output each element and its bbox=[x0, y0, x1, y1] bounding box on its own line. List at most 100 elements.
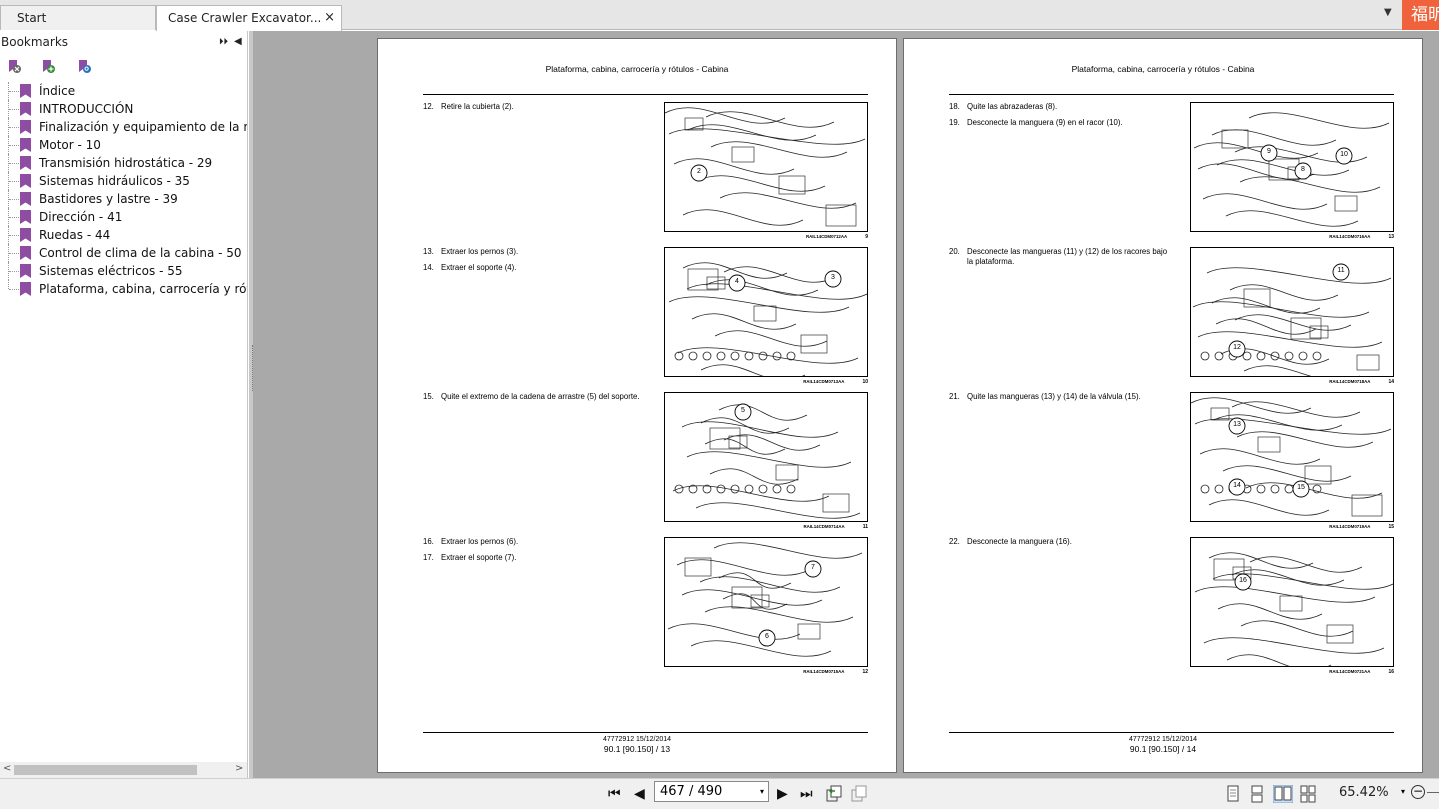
bookmark-icon bbox=[20, 210, 31, 224]
header-rule bbox=[423, 94, 868, 95]
callout-number: 6 bbox=[765, 633, 769, 640]
figure-illustration: 9 10 8 bbox=[1190, 102, 1394, 232]
bookmarks-horizontal-scrollbar[interactable]: < > bbox=[0, 762, 247, 778]
bookmark-item[interactable]: INTRODUCCIÓN bbox=[0, 100, 247, 118]
zoom-dropdown-icon[interactable]: ▾ bbox=[1401, 787, 1405, 796]
bookmark-item[interactable]: Finalización y equipamiento de la máqu bbox=[0, 118, 247, 136]
bookmark-label: Control de clima de la cabina - 50 bbox=[39, 246, 242, 260]
continuous-view-icon[interactable] bbox=[1249, 785, 1265, 803]
callout-number: 14 bbox=[1233, 482, 1241, 489]
footer-rule bbox=[423, 732, 868, 733]
tree-line bbox=[8, 280, 19, 290]
delete-bookmark-icon[interactable] bbox=[7, 59, 22, 74]
bookmark-icon bbox=[20, 120, 31, 134]
tab-document[interactable]: Case Crawler Excavator... × bbox=[156, 5, 342, 31]
bookmark-item[interactable]: Sistemas hidráulicos - 35 bbox=[0, 172, 247, 190]
instruction-step: 14. Extraer el soporte (4). bbox=[423, 263, 648, 273]
step-text: Quite el extremo de la cadena de arrastr… bbox=[441, 392, 640, 401]
callout-number: 3 bbox=[831, 274, 835, 281]
step-text: Extraer el soporte (4). bbox=[441, 263, 517, 272]
tab-bar: Start Case Crawler Excavator... × ▼ 福昕 bbox=[0, 0, 1439, 31]
callout-number: 9 bbox=[1267, 148, 1271, 155]
bookmark-item[interactable]: Sistemas eléctricos - 55 bbox=[0, 262, 247, 280]
bookmark-item[interactable]: Bastidores y lastre - 39 bbox=[0, 190, 247, 208]
bookmark-item[interactable]: Transmisión hidrostática - 29 bbox=[0, 154, 247, 172]
close-tab-icon[interactable]: × bbox=[324, 6, 335, 30]
callout-number: 16 bbox=[1239, 577, 1247, 584]
figure-code: RAIL14CDM0715AA bbox=[803, 669, 845, 674]
add-bookmark-icon[interactable] bbox=[41, 59, 56, 74]
bookmark-label: INTRODUCCIÓN bbox=[39, 102, 134, 116]
single-page-view-icon[interactable] bbox=[1225, 785, 1241, 803]
bookmark-item[interactable]: Control de clima de la cabina - 50 bbox=[0, 244, 247, 262]
figure-number: 9 bbox=[865, 234, 868, 240]
step-text: Extraer el soporte (7). bbox=[441, 553, 517, 562]
tree-line bbox=[8, 208, 19, 226]
bookmark-icon bbox=[20, 138, 31, 152]
bookmark-label: Motor - 10 bbox=[39, 138, 101, 152]
document-viewer[interactable]: Plataforma, cabina, carrocería y rótulos… bbox=[253, 31, 1439, 778]
zoom-out-icon[interactable]: − bbox=[1411, 785, 1425, 799]
next-view-icon[interactable] bbox=[851, 785, 867, 803]
zoom-slider[interactable] bbox=[1427, 792, 1439, 793]
figure-code: RAIL14CDM0716AA bbox=[1329, 234, 1371, 239]
step-number: 18. bbox=[949, 102, 960, 111]
previous-page-icon[interactable]: ◀ bbox=[634, 784, 645, 804]
figure-illustration: 16 bbox=[1190, 537, 1394, 667]
step-number: 19. bbox=[949, 118, 960, 127]
step-text: Desconecte las mangueras (11) y (12) de … bbox=[967, 247, 1168, 266]
first-page-icon[interactable]: ⏮ bbox=[608, 784, 621, 804]
callout-number: 11 bbox=[1337, 267, 1345, 274]
instruction-step: 17. Extraer el soporte (7). bbox=[423, 553, 648, 563]
tree-line bbox=[8, 172, 19, 190]
tree-line bbox=[8, 262, 19, 280]
tab-list-dropdown-icon[interactable]: ▼ bbox=[1384, 7, 1392, 18]
page-number-input[interactable]: 467 / 490 ▾ bbox=[654, 781, 769, 802]
find-bookmark-icon[interactable] bbox=[77, 59, 92, 74]
step-text: Desconecte la manguera (9) en el racor (… bbox=[967, 118, 1123, 127]
tree-line bbox=[8, 244, 19, 262]
tree-line bbox=[8, 136, 19, 154]
step-number: 20. bbox=[949, 247, 960, 256]
previous-view-icon[interactable] bbox=[826, 785, 842, 803]
figure-number: 15 bbox=[1388, 524, 1394, 530]
figure-number: 13 bbox=[1388, 234, 1394, 240]
step-text: Extraer los pernos (3). bbox=[441, 247, 519, 256]
instruction-step: 15. Quite el extremo de la cadena de arra… bbox=[423, 392, 648, 402]
scroll-right-icon[interactable]: > bbox=[235, 763, 243, 774]
instruction-step: 21. Quite las mangueras (13) y (14) de la… bbox=[949, 392, 1174, 402]
bookmark-item[interactable]: Ruedas - 44 bbox=[0, 226, 247, 244]
bookmarks-header: Bookmarks ⏵⏵ ◀ bbox=[0, 31, 247, 53]
expand-panel-icon[interactable]: ⏵⏵ bbox=[219, 31, 228, 53]
page-number-value: 467 / 490 bbox=[660, 784, 723, 799]
bookmark-item[interactable]: Dirección - 41 bbox=[0, 208, 247, 226]
last-page-icon[interactable]: ⏭ bbox=[800, 784, 813, 804]
callout-number: 4 bbox=[735, 278, 739, 285]
figure-code: RAIL14CDM0719AA bbox=[1329, 524, 1371, 529]
bookmark-item[interactable]: Plataforma, cabina, carrocería y rótulos bbox=[0, 280, 247, 298]
page-footer-doc: 47772912 15/12/2014 bbox=[1128, 736, 1198, 743]
page-dropdown-icon[interactable]: ▾ bbox=[760, 782, 764, 801]
collapse-panel-icon[interactable]: ◀ bbox=[234, 31, 242, 53]
callout-number: 7 bbox=[811, 564, 815, 571]
bookmark-item[interactable]: Motor - 10 bbox=[0, 136, 247, 154]
zoom-level[interactable]: 65.42% bbox=[1339, 785, 1389, 800]
scrollbar-thumb[interactable] bbox=[14, 765, 197, 775]
bookmark-icon bbox=[20, 84, 31, 98]
page-header: Plataforma, cabina, carrocería y rótulos… bbox=[545, 64, 729, 74]
next-page-icon[interactable]: ▶ bbox=[777, 784, 788, 804]
brand-logo: 福昕 bbox=[1402, 0, 1439, 30]
tab-start[interactable]: Start bbox=[0, 5, 156, 30]
bookmark-label: Finalización y equipamiento de la máqu bbox=[39, 120, 247, 134]
facing-view-icon[interactable] bbox=[1273, 785, 1293, 803]
instruction-step: 12. Retire la cubierta (2). bbox=[423, 102, 648, 112]
tab-document-label: Case Crawler Excavator... bbox=[168, 11, 322, 25]
scroll-left-icon[interactable]: < bbox=[3, 763, 11, 774]
figure-illustration: 43 bbox=[664, 247, 868, 377]
bookmark-label: Dirección - 41 bbox=[39, 210, 123, 224]
bookmarks-panel: Bookmarks ⏵⏵ ◀ Índice INTRODUCCIÓN Finaliz… bbox=[0, 31, 248, 778]
bookmark-item[interactable]: Índice bbox=[0, 82, 247, 100]
figure-caption: RAIL14CDM0721AA 16 bbox=[1190, 669, 1394, 675]
continuous-facing-view-icon[interactable] bbox=[1300, 785, 1316, 803]
callout-number: 2 bbox=[697, 168, 701, 175]
